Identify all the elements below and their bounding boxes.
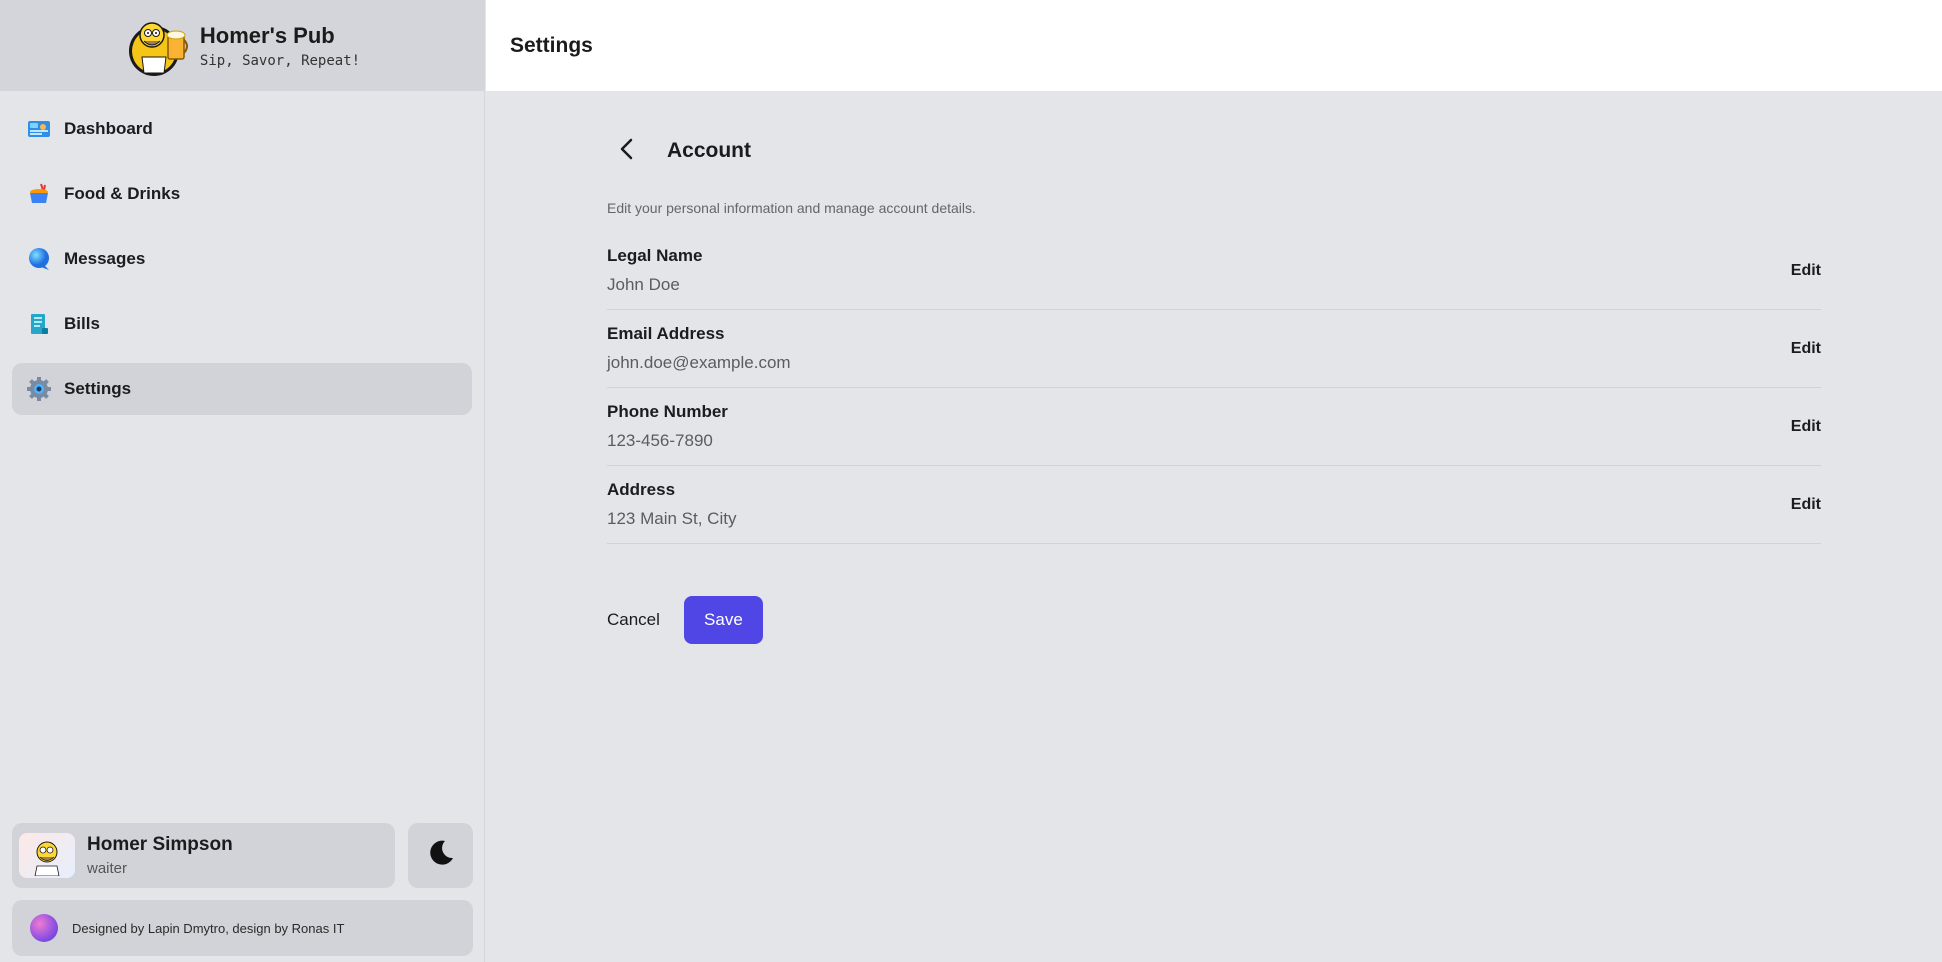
field-value: john.doe@example.com [607,353,791,372]
section-title: Account [667,139,751,162]
account-field-row: Email Address john.doe@example.com Edit [607,310,1821,388]
sidebar-item-bills[interactable]: Bills [12,298,472,350]
sidebar-item-label: Dashboard [64,119,153,138]
field-value: 123 Main St, City [607,509,737,528]
sidebar-item-label: Settings [64,379,132,398]
chat-bubble-icon [26,246,52,272]
account-field-row: Address 123 Main St, City Edit [607,466,1821,544]
sidebar-item-label: Bills [64,314,100,333]
page-title: Settings [510,33,593,57]
dark-mode-toggle-button[interactable] [408,823,473,888]
chevron-left-icon [617,137,637,166]
field-label: Legal Name [607,246,703,265]
gear-icon [26,376,52,402]
cancel-button[interactable]: Cancel [607,610,660,630]
field-label: Address [607,480,676,499]
sidebar-nav: Dashboard Food & Drinks Messages Bills S… [0,91,484,415]
sidebar-item-dashboard[interactable]: Dashboard [12,103,472,155]
save-button[interactable]: Save [683,596,763,644]
brand-subtitle: Sip, Savor, Repeat! [199,52,361,69]
user-profile-card[interactable]: Homer Simpson waiter [12,823,395,888]
field-label: Phone Number [607,402,728,421]
top-header: Settings [486,0,1942,91]
edit-email-button[interactable]: Edit [1791,340,1821,358]
avatar [19,833,75,878]
receipt-icon [26,311,52,337]
dashboard-icon [26,116,52,142]
account-field-row: Phone Number 123-456-7890 Edit [607,388,1821,466]
account-panel: Account Edit your personal information a… [607,91,1821,644]
designer-avatar-icon [30,914,58,942]
sidebar-item-food-drinks[interactable]: Food & Drinks [12,168,472,220]
sidebar: Homer's Pub Sip, Savor, Repeat! Dashboar… [0,0,485,962]
food-icon [26,181,52,207]
section-description: Edit your personal information and manag… [607,200,976,216]
field-value: 123-456-7890 [607,431,713,450]
back-button[interactable] [607,131,647,171]
main-content: Account Edit your personal information a… [486,91,1942,962]
sidebar-item-label: Food & Drinks [64,184,181,203]
user-name: Homer Simpson [87,834,233,855]
homer-logo-icon [124,13,190,79]
field-value: John Doe [607,275,680,294]
account-header: Account [607,120,1821,182]
credits-text: Designed by Lapin Dmytro, design by Rona… [72,920,345,936]
brand-header[interactable]: Homer's Pub Sip, Savor, Repeat! [0,0,484,91]
edit-phone-button[interactable]: Edit [1791,418,1821,436]
moon-icon [426,838,456,873]
sidebar-item-label: Messages [64,249,146,268]
field-label: Email Address [607,324,725,343]
credits-bar: Designed by Lapin Dmytro, design by Rona… [12,900,473,956]
sidebar-item-settings[interactable]: Settings [12,363,472,415]
edit-address-button[interactable]: Edit [1791,496,1821,514]
account-field-row: Legal Name John Doe Edit [607,232,1821,310]
edit-legal-name-button[interactable]: Edit [1791,262,1821,280]
sidebar-item-messages[interactable]: Messages [12,233,472,285]
brand-title: Homer's Pub [199,22,335,48]
user-role: waiter [87,860,128,877]
form-actions: Cancel Save [607,596,1821,644]
